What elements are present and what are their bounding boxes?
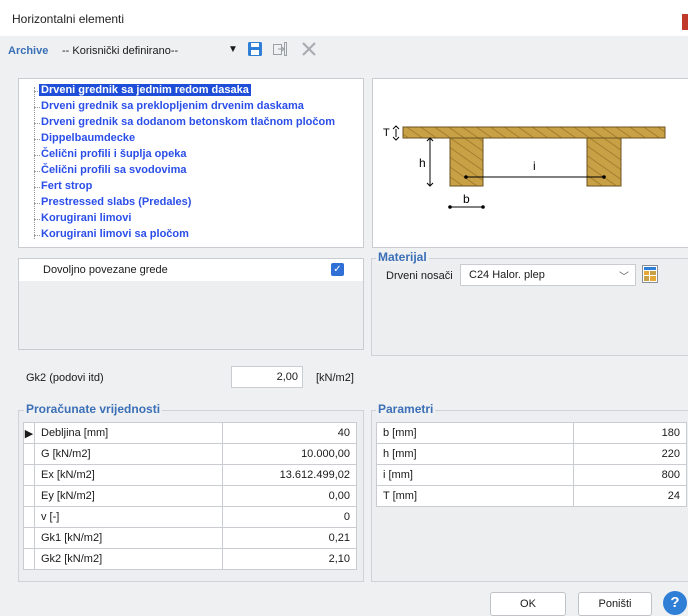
table-cell-name: Gk2 [kN/m2] [34, 548, 223, 570]
cross-section-diagram: T h i b [383, 125, 666, 209]
table-cell-name: G [kN/m2] [34, 443, 223, 465]
table-cell-name: h [mm] [376, 443, 574, 465]
table-cell-value[interactable]: 220 [573, 443, 687, 465]
table-row[interactable]: Gk2 [kN/m2] 2,10 [23, 548, 357, 570]
tree-item[interactable]: Korugirani limovi sa pločom [41, 228, 189, 240]
tree-item[interactable]: Fert strop [41, 180, 92, 192]
ok-button[interactable]: OK [490, 592, 566, 616]
deck-board [402, 126, 666, 139]
table-row[interactable]: h [mm] 220 [376, 443, 687, 465]
archive-select-value: -- Korisnički definirano-- [62, 45, 179, 57]
table-cell-name: v [-] [34, 506, 223, 528]
sufficiently-connected-checkbox[interactable]: ✓ [331, 263, 344, 276]
chevron-down-icon: ﹀ [619, 272, 629, 283]
table-cell-value[interactable]: 800 [573, 464, 687, 486]
label-i: i [533, 159, 536, 173]
gk2-label: Gk2 (podovi itd) [26, 372, 104, 384]
gk2-unit: [kN/m2] [316, 372, 354, 384]
options-panel [18, 281, 364, 350]
label-T: T [383, 127, 390, 139]
table-row[interactable]: Gk1 [kN/m2] 0,21 [23, 527, 357, 549]
material-select-value: C24 Halor. plep [469, 269, 545, 281]
table-row[interactable]: i [mm] 800 [376, 464, 687, 486]
window-title: Horizontalni elementi [12, 12, 125, 26]
label-b: b [463, 192, 470, 206]
tree-item[interactable]: Korugirani limovi [41, 212, 131, 224]
table-row[interactable]: T [mm] 24 [376, 485, 687, 507]
save-icon[interactable] [247, 41, 263, 57]
tree-item[interactable]: Drveni grednik sa dodanom betonskom tlač… [41, 116, 335, 128]
table-cell-name: Ex [kN/m2] [34, 464, 223, 486]
table-row[interactable]: Ex [kN/m2] 13.612.499,02 [23, 464, 357, 486]
archive-select[interactable]: -- Korisnički definirano-- ▼ [58, 42, 248, 59]
title-bar: Horizontalni elementi [0, 0, 688, 36]
parameters-title: Parametri [376, 402, 436, 416]
parameters-table: b [mm] 180 h [mm] 220 i [mm] 800 T [mm] … [376, 422, 687, 507]
material-select[interactable]: C24 Halor. plep ﹀ [460, 264, 636, 286]
cancel-button[interactable]: Poništi [578, 592, 652, 616]
tree-item[interactable]: Dippelbaumdecke [41, 132, 135, 144]
table-row[interactable]: b [mm] 180 [376, 422, 687, 444]
close-button[interactable] [682, 14, 688, 30]
table-cell-value: 0,21 [222, 527, 357, 549]
material-label: Drveni nosači [386, 270, 453, 282]
table-row[interactable]: v [-] 0 [23, 506, 357, 528]
label-h: h [419, 156, 426, 170]
table-cell-value: 2,10 [222, 548, 357, 570]
table-row[interactable]: G [kN/m2] 10.000,00 [23, 443, 357, 465]
table-cell-name: b [mm] [376, 422, 574, 444]
table-cell-value: 13.612.499,02 [222, 464, 357, 486]
table-cell-value[interactable]: 24 [573, 485, 687, 507]
tree-item[interactable]: Drveni grednik sa jednim redom dasaka [39, 84, 251, 96]
table-cell-value[interactable]: 180 [573, 422, 687, 444]
sufficiently-connected-row: Dovoljno povezane grede ✓ [18, 258, 364, 282]
table-cell-value: 0,00 [222, 485, 357, 507]
table-cell-value: 40 [222, 422, 357, 444]
table-row[interactable]: Ey [kN/m2] 0,00 [23, 485, 357, 507]
table-cell-name: T [mm] [376, 485, 574, 507]
beam-left [449, 137, 484, 187]
table-cell-name: Gk1 [kN/m2] [34, 527, 223, 549]
material-group-title: Materijal [376, 250, 429, 264]
delete-icon[interactable] [300, 40, 318, 58]
sufficiently-connected-label: Dovoljno povezane grede [43, 264, 168, 276]
tree-item[interactable]: Čelični profili i šuplja opeka [41, 148, 186, 160]
cross-section-preview: T h i b [372, 78, 688, 248]
table-row[interactable]: ▶ Debljina [mm] 40 [23, 422, 357, 444]
tree-item[interactable]: Drveni grednik sa preklopljenim drvenim … [41, 100, 304, 112]
calculated-values-title: Proračunate vrijednosti [24, 402, 163, 416]
copy-icon[interactable] [272, 41, 288, 57]
table-cell-value: 0 [222, 506, 357, 528]
table-cell-name: Debljina [mm] [34, 422, 223, 444]
beam-right [586, 137, 622, 187]
gk2-input-value: 2,00 [276, 371, 298, 383]
tree-item[interactable]: Čelični profili sa svodovima [41, 164, 187, 176]
table-cell-name: Ey [kN/m2] [34, 485, 223, 507]
table-cell-name: i [mm] [376, 464, 574, 486]
gk2-input[interactable]: 2,00 [231, 366, 303, 388]
table-cell-value: 10.000,00 [222, 443, 357, 465]
element-type-tree[interactable]: Drveni grednik sa jednim redom dasaka Dr… [18, 78, 364, 248]
archive-label: Archive [8, 45, 49, 57]
material-library-icon[interactable] [642, 265, 658, 283]
calculated-values-table: ▶ Debljina [mm] 40 G [kN/m2] 10.000,00 E… [23, 422, 357, 570]
tree-item[interactable]: Prestressed slabs (Predales) [41, 196, 191, 208]
chevron-down-icon: ▼ [228, 44, 238, 55]
row-indicator-icon: ▶ [23, 422, 35, 444]
help-icon[interactable]: ? [663, 591, 687, 615]
